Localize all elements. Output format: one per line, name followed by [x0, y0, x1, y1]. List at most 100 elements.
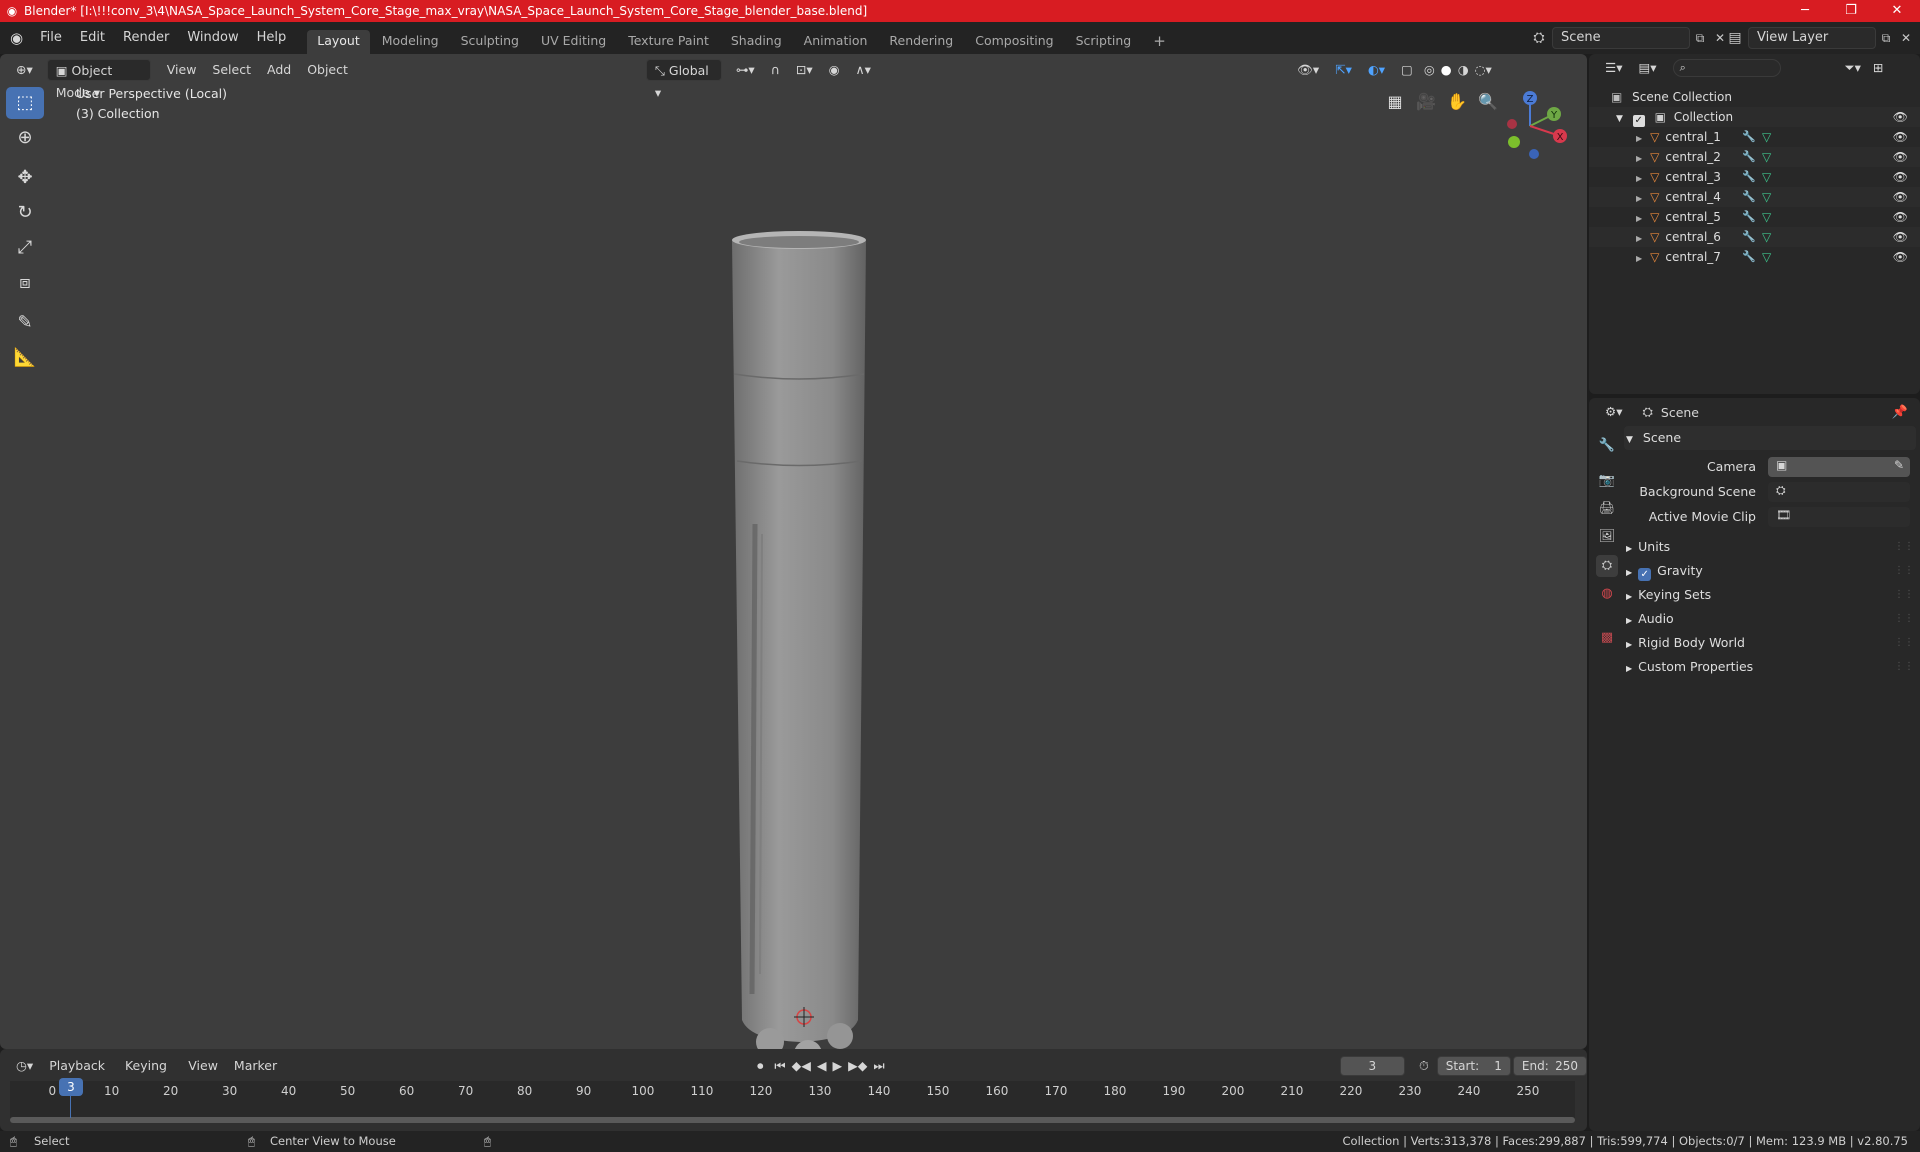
- expand-icon[interactable]: ▶: [1636, 134, 1642, 143]
- menu-render[interactable]: Render: [114, 22, 178, 54]
- 3d-viewport[interactable]: ⊕▾ ▣ Object Mode ▾ View Select Add Objec…: [0, 54, 1587, 1068]
- gizmo-neg-y[interactable]: [1508, 136, 1520, 148]
- scene-name-field[interactable]: Scene: [1552, 27, 1690, 49]
- tab-rendering[interactable]: Rendering: [879, 30, 963, 54]
- gravity-checkbox-icon[interactable]: ✓: [1638, 568, 1652, 581]
- mesh-data-icon[interactable]: ▽: [1762, 247, 1771, 267]
- modifier-wrench-icon[interactable]: 🔧: [1742, 127, 1756, 147]
- drag-handle-icon[interactable]: ⋮⋮: [1894, 535, 1914, 559]
- expand-icon[interactable]: ▶: [1636, 214, 1642, 223]
- jump-end-icon[interactable]: ⏭: [870, 1055, 887, 1077]
- properties-section-header[interactable]: ▶ Custom Properties ⋮⋮: [1624, 655, 1916, 679]
- gizmo-neg-x[interactable]: [1507, 119, 1517, 129]
- visibility-icon[interactable]: 👁▾: [1289, 59, 1327, 81]
- outliner-object-row[interactable]: ▶ ▽ central_1 🔧 ▽ 👁: [1589, 127, 1920, 147]
- visibility-eye-icon[interactable]: 👁: [1893, 147, 1908, 167]
- xray-toggle-icon[interactable]: ▢: [1393, 59, 1421, 81]
- visibility-eye-icon[interactable]: 👁: [1893, 207, 1908, 227]
- select-box-tool-icon[interactable]: ⬚: [6, 87, 44, 119]
- mesh-data-icon[interactable]: ▽: [1762, 167, 1771, 187]
- outliner-object-row[interactable]: ▶ ▽ central_4 🔧 ▽ 👁: [1589, 187, 1920, 207]
- mesh-data-icon[interactable]: ▽: [1762, 207, 1771, 227]
- output-properties-tab-icon[interactable]: 🖨: [1596, 498, 1618, 520]
- camera-field[interactable]: ▣ ✎: [1768, 457, 1910, 477]
- timeline-menu-view[interactable]: View: [180, 1055, 226, 1077]
- add-workspace-button[interactable]: +: [1143, 30, 1176, 54]
- close-button[interactable]: ✕: [1874, 0, 1920, 22]
- pin-icon[interactable]: 📌: [1892, 405, 1908, 420]
- rotate-tool-icon[interactable]: ↻: [6, 197, 44, 229]
- rocket-core-stage-model[interactable]: [700, 174, 930, 1074]
- preview-range-icon[interactable]: ⏱: [1411, 1055, 1437, 1077]
- scale-tool-icon[interactable]: ⤢: [6, 232, 44, 264]
- scene-collection-row[interactable]: ▣ Scene Collection: [1589, 87, 1920, 107]
- wireframe-shading-icon[interactable]: ◎: [1421, 59, 1438, 81]
- menu-edit[interactable]: Edit: [71, 22, 114, 54]
- snap-magnet-icon[interactable]: ∩: [763, 59, 788, 81]
- proportional-edit-icon[interactable]: ◉: [821, 59, 848, 81]
- jump-start-icon[interactable]: ⏮: [771, 1055, 788, 1077]
- properties-section-header[interactable]: ▶ ✓ Gravity ⋮⋮: [1624, 559, 1916, 583]
- viewport-menu-view[interactable]: View: [159, 59, 205, 81]
- modifier-wrench-icon[interactable]: 🔧: [1742, 167, 1756, 187]
- rendered-shading-icon[interactable]: ◌▾: [1472, 59, 1495, 81]
- gizmo-toggle-icon[interactable]: ⇱▾: [1327, 59, 1360, 81]
- end-frame-field[interactable]: End: 250: [1512, 1056, 1587, 1076]
- new-view-layer-icon[interactable]: ⧉: [1876, 31, 1896, 46]
- mesh-data-icon[interactable]: ▽: [1762, 227, 1771, 247]
- blender-menu-icon[interactable]: ◉: [0, 22, 31, 54]
- toggle-perspective-icon[interactable]: ▦: [1381, 88, 1409, 116]
- overlay-toggle-icon[interactable]: ◐▾: [1360, 59, 1393, 81]
- properties-section-header[interactable]: ▶ Audio ⋮⋮: [1624, 607, 1916, 631]
- timeline-menu-marker[interactable]: Marker: [226, 1055, 285, 1077]
- modifier-wrench-icon[interactable]: 🔧: [1742, 187, 1756, 207]
- camera-view-icon[interactable]: 🎥: [1412, 88, 1440, 116]
- modifier-wrench-icon[interactable]: 🔧: [1742, 207, 1756, 227]
- cursor-tool-icon[interactable]: ⊕: [6, 122, 44, 154]
- outliner-object-row[interactable]: ▶ ▽ central_7 🔧 ▽ 👁: [1589, 247, 1920, 267]
- tab-scripting[interactable]: Scripting: [1066, 30, 1142, 54]
- tab-modeling[interactable]: Modeling: [372, 30, 449, 54]
- render-properties-tab-icon[interactable]: 📷: [1596, 470, 1618, 492]
- solid-shading-icon[interactable]: ●: [1438, 59, 1455, 81]
- timeline-editor-type-icon[interactable]: ◷▾: [8, 1055, 41, 1077]
- active-movie-clip-field[interactable]: 🎞: [1768, 507, 1910, 527]
- tab-sculpting[interactable]: Sculpting: [451, 30, 529, 54]
- move-tool-icon[interactable]: ✥: [6, 162, 44, 194]
- visibility-eye-icon[interactable]: 👁: [1893, 127, 1908, 147]
- scene-properties-tab-icon[interactable]: ⛭: [1596, 555, 1618, 577]
- tab-layout[interactable]: Layout: [307, 30, 370, 54]
- play-icon[interactable]: ▶: [830, 1055, 846, 1077]
- new-collection-icon[interactable]: ⊞: [1869, 57, 1887, 79]
- modifier-wrench-icon[interactable]: 🔧: [1742, 227, 1756, 247]
- menu-file[interactable]: File: [31, 22, 71, 54]
- measure-tool-icon[interactable]: 📐: [6, 342, 44, 374]
- outliner-object-row[interactable]: ▶ ▽ central_2 🔧 ▽ 👁: [1589, 147, 1920, 167]
- drag-handle-icon[interactable]: ⋮⋮: [1894, 583, 1914, 607]
- modifier-wrench-icon[interactable]: 🔧: [1742, 247, 1756, 267]
- visibility-eye-icon[interactable]: 👁: [1893, 247, 1908, 267]
- outliner-object-row[interactable]: ▶ ▽ central_6 🔧 ▽ 👁: [1589, 227, 1920, 247]
- view-layer-properties-tab-icon[interactable]: 🖼: [1596, 526, 1618, 548]
- tab-animation[interactable]: Animation: [794, 30, 878, 54]
- record-icon[interactable]: ⏺: [749, 1055, 771, 1077]
- navigation-gizmo[interactable]: Z Y X: [1490, 84, 1570, 164]
- view-layer-selector[interactable]: ▤ View Layer ⧉ ✕: [1722, 27, 1916, 49]
- tab-uv-editing[interactable]: UV Editing: [531, 30, 616, 54]
- tab-shading[interactable]: Shading: [721, 30, 792, 54]
- drag-handle-icon[interactable]: ⋮⋮: [1894, 559, 1914, 583]
- tab-texture-paint[interactable]: Texture Paint: [618, 30, 719, 54]
- collection-row[interactable]: ▼ ✓ ▣ Collection 👁: [1589, 107, 1920, 127]
- playhead-marker[interactable]: 3: [59, 1078, 83, 1096]
- pivot-point-icon[interactable]: ⊶▾: [728, 59, 763, 81]
- outliner-object-row[interactable]: ▶ ▽ central_5 🔧 ▽ 👁: [1589, 207, 1920, 227]
- outliner-editor-type-icon[interactable]: ☰▾: [1597, 57, 1630, 79]
- mesh-data-icon[interactable]: ▽: [1762, 147, 1771, 167]
- play-reverse-icon[interactable]: ◀: [814, 1055, 830, 1077]
- pan-view-icon[interactable]: ✋: [1443, 88, 1471, 116]
- minimize-button[interactable]: ─: [1782, 0, 1828, 22]
- viewport-menu-add[interactable]: Add: [259, 59, 299, 81]
- expand-icon[interactable]: ▶: [1636, 234, 1642, 243]
- properties-section-header[interactable]: ▶ Keying Sets ⋮⋮: [1624, 583, 1916, 607]
- view-layer-name-field[interactable]: View Layer: [1748, 27, 1876, 49]
